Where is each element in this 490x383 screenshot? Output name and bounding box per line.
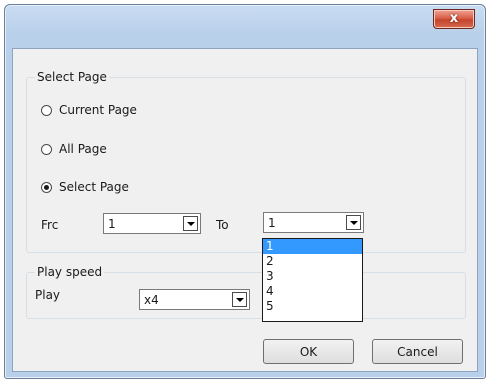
from-label: Frc (41, 218, 59, 232)
radio-selected-dot (44, 184, 49, 190)
cancel-button[interactable]: Cancel (372, 339, 463, 364)
play-speed-value: x4 (144, 293, 159, 307)
to-page-dropdown-list[interactable]: 1 2 3 4 5 (262, 238, 363, 322)
from-page-value: 1 (108, 217, 116, 231)
dropdown-option[interactable]: 5 (263, 299, 362, 314)
radio-select-page-label: Select Page (59, 180, 129, 194)
radio-current-page-circle[interactable] (41, 104, 52, 116)
cancel-button-label: Cancel (397, 344, 438, 359)
ok-button[interactable]: OK (263, 339, 354, 364)
play-label: Play (35, 288, 61, 302)
dropdown-option[interactable]: 2 (263, 254, 362, 269)
close-icon: x (449, 11, 459, 26)
radio-all-page[interactable]: All Page (41, 142, 107, 156)
chevron-down-icon[interactable] (232, 292, 247, 307)
chevron-down-icon[interactable] (183, 216, 198, 231)
select-page-group-title: Select Page (35, 70, 109, 84)
select-page-group: Select Page Current Page All Page Select… (26, 70, 466, 253)
dialog-window: x Select Page Current Page All Page Sele… (4, 4, 486, 379)
radio-all-page-circle[interactable] (41, 143, 52, 155)
close-button[interactable]: x (433, 9, 475, 29)
ok-button-label: OK (299, 344, 318, 359)
dropdown-option[interactable]: 1 (263, 239, 362, 254)
to-page-select[interactable]: 1 (263, 212, 364, 233)
radio-current-page[interactable]: Current Page (41, 103, 137, 117)
chevron-down-icon[interactable] (346, 215, 361, 230)
play-speed-group-title: Play speed (35, 265, 105, 279)
radio-select-page-circle[interactable] (41, 181, 52, 193)
play-speed-select[interactable]: x4 (139, 289, 250, 310)
to-label: To (216, 218, 229, 232)
from-page-select[interactable]: 1 (103, 213, 201, 234)
dialog-client-area: Select Page Current Page All Page Select… (12, 48, 478, 372)
radio-all-page-label: All Page (59, 142, 107, 156)
radio-current-page-label: Current Page (59, 103, 137, 117)
to-page-value: 1 (268, 216, 276, 230)
play-speed-group: Play speed Play x4 (26, 265, 466, 319)
dropdown-option[interactable]: 3 (263, 269, 362, 284)
dropdown-option[interactable]: 4 (263, 284, 362, 299)
title-bar[interactable]: x (5, 5, 485, 49)
radio-select-page[interactable]: Select Page (41, 180, 129, 194)
